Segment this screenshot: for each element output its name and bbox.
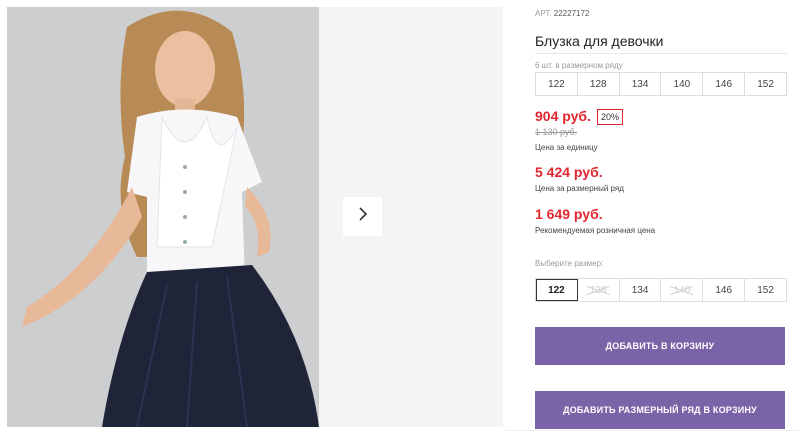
- size-selector: 122 128 134 140 146 152: [535, 278, 787, 302]
- range-size: 146: [703, 73, 746, 95]
- size-option: 128: [578, 279, 620, 301]
- rrp-price-caption: Рекомендуемая розничная цена: [535, 226, 656, 235]
- size-option: 140: [661, 279, 704, 301]
- size-option[interactable]: 122: [536, 279, 578, 301]
- range-size: 140: [661, 73, 704, 95]
- size-option[interactable]: 134: [620, 279, 662, 301]
- product-gallery: [7, 7, 503, 427]
- size-option[interactable]: 146: [703, 279, 746, 301]
- range-size: 128: [578, 73, 620, 95]
- range-price-caption: Цена за размерный ряд: [535, 184, 624, 193]
- unit-price: 904 руб.: [535, 108, 591, 124]
- chevron-right-icon: [357, 206, 369, 227]
- choose-size-label: Выберите размер:: [535, 259, 604, 268]
- range-size: 152: [757, 78, 774, 90]
- article-label: АРТ.: [535, 9, 552, 18]
- size-option[interactable]: 152: [745, 279, 786, 301]
- next-image-area: [319, 7, 503, 427]
- discount-badge: 20%: [597, 109, 624, 125]
- divider: [535, 53, 787, 54]
- next-image-button[interactable]: [343, 197, 382, 236]
- bottom-divider: [506, 430, 800, 431]
- range-price: 5 424 руб.: [535, 164, 603, 180]
- old-price: 1 130 руб.: [535, 127, 578, 137]
- add-range-to-cart-button[interactable]: ДОБАВИТЬ РАЗМЕРНЫЙ РЯД В КОРЗИНУ: [535, 391, 785, 429]
- article-number: АРТ. 22227172: [535, 9, 589, 18]
- range-label: 6 шт. в размерном ряду: [535, 61, 623, 70]
- add-to-cart-button[interactable]: ДОБАВИТЬ В КОРЗИНУ: [535, 327, 785, 365]
- product-title: Блузка для девочки: [535, 33, 664, 49]
- product-photo[interactable]: [7, 7, 319, 427]
- unit-price-caption: Цена за единицу: [535, 143, 598, 152]
- article-value: 22227172: [553, 9, 590, 18]
- rrp-price: 1 649 руб.: [535, 206, 603, 222]
- range-size: 134: [620, 73, 662, 95]
- range-size: 122: [536, 73, 578, 95]
- range-sizes: 122 128 134 140 146 152: [535, 72, 787, 96]
